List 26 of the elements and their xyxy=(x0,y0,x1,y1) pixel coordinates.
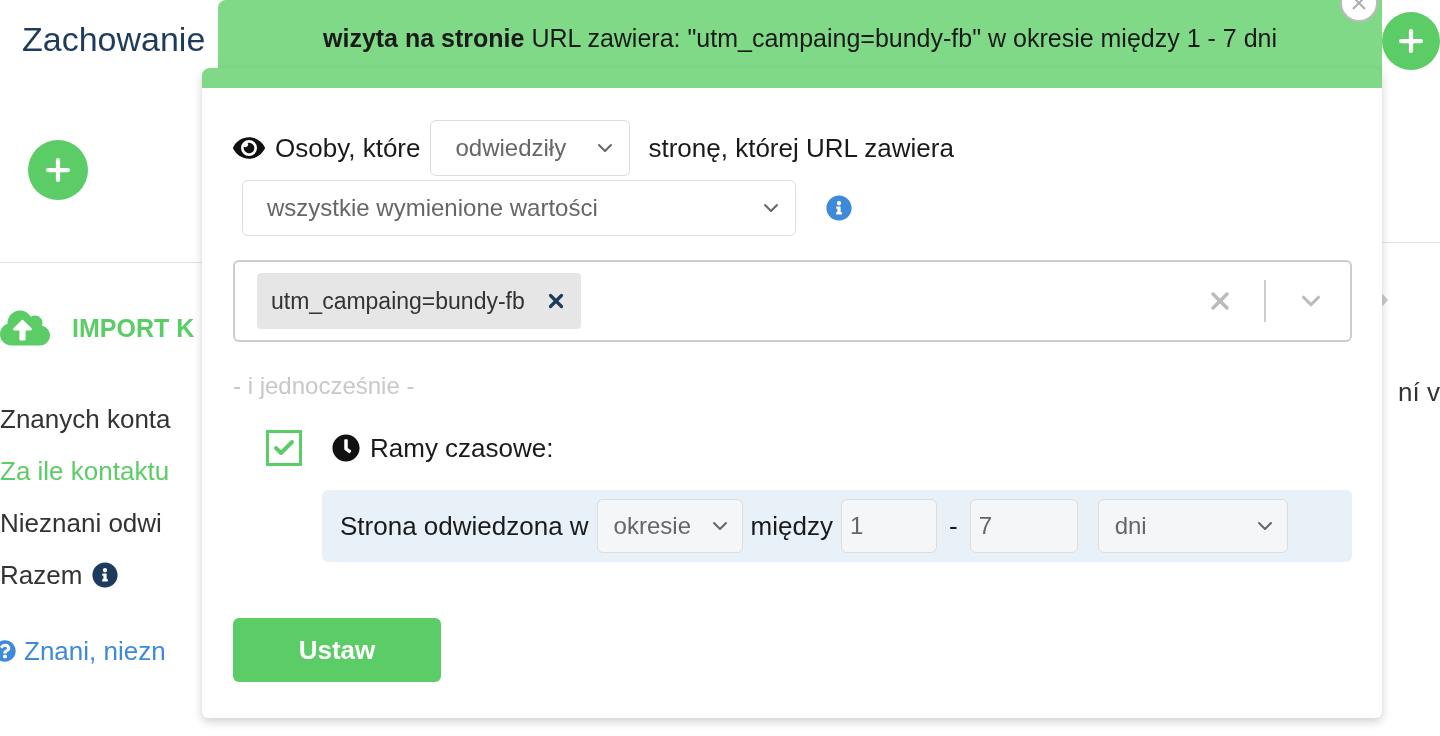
condition-label: stronę, której URL zawiera xyxy=(648,132,954,164)
help-icon xyxy=(0,640,16,662)
timeframe-text: Strona odwiedzona w xyxy=(340,510,589,542)
to-field[interactable]: 7 xyxy=(969,499,1078,553)
period-select[interactable]: okresie xyxy=(596,499,743,553)
verb-select[interactable]: odwiedziły xyxy=(430,120,631,176)
unit-select[interactable]: dni xyxy=(1097,499,1288,553)
add-button[interactable] xyxy=(1382,12,1440,70)
from-field[interactable]: 1 xyxy=(840,499,937,553)
stat-label: ní v xyxy=(1398,377,1440,408)
condition-label: Osoby, które xyxy=(275,132,421,164)
stat-label: Nieznani odwi xyxy=(0,507,162,539)
timeframe-label: Ramy czasowe: xyxy=(370,432,554,464)
help-link[interactable]: Znani, niezn xyxy=(24,635,166,667)
add-button[interactable] xyxy=(28,140,88,200)
url-values-field[interactable]: utm_campaing=bundy-fb xyxy=(233,260,1352,342)
timeframe-text: między xyxy=(750,510,833,542)
value-tag: utm_campaing=bundy-fb xyxy=(257,273,581,329)
match-select[interactable]: wszystkie wymienione wartości xyxy=(242,180,796,236)
stat-label: Razem xyxy=(0,559,83,591)
timeframe-checkbox[interactable] xyxy=(266,430,302,466)
stat-label: Znanych konta xyxy=(0,403,171,435)
page-title: Zachowanie xyxy=(21,19,202,60)
info-icon[interactable] xyxy=(92,562,119,588)
clock-icon xyxy=(332,434,360,462)
range-dash: - xyxy=(948,510,958,542)
